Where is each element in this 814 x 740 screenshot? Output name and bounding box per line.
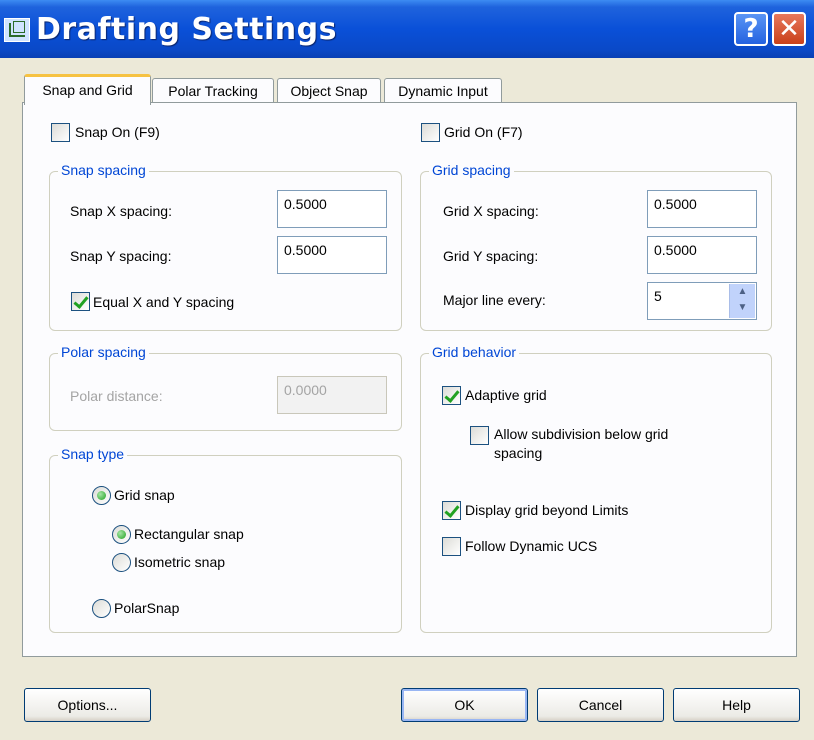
grid-on-checkbox[interactable] [421, 123, 440, 142]
grid-spacing-legend: Grid spacing [429, 162, 514, 178]
tab-dynamic-input[interactable]: Dynamic Input [384, 78, 502, 104]
grid-x-spacing-input[interactable]: 0.5000 [647, 190, 757, 228]
major-line-label: Major line every: [443, 292, 546, 308]
grid-snap-radio[interactable] [92, 486, 111, 505]
help-button[interactable]: Help [673, 688, 800, 722]
close-icon[interactable]: ✕ [772, 12, 806, 46]
equal-xy-spacing-checkbox[interactable] [71, 292, 90, 311]
grid-y-label: Grid Y spacing: [443, 248, 539, 264]
snap-spacing-group: Snap spacing Snap X spacing: 0.5000 Snap… [49, 162, 402, 331]
adaptive-grid-label: Adaptive grid [465, 387, 547, 403]
spin-up-icon[interactable]: ▲ [730, 284, 755, 300]
polar-spacing-legend: Polar spacing [58, 344, 149, 360]
help-question-icon[interactable]: ? [734, 12, 768, 46]
allow-subdivision-label-line2: spacing [494, 445, 543, 461]
cancel-button[interactable]: Cancel [537, 688, 664, 722]
grid-y-spacing-input[interactable]: 0.5000 [647, 236, 757, 274]
display-beyond-limits-label: Display grid beyond Limits [465, 502, 629, 518]
snap-y-label: Snap Y spacing: [70, 248, 172, 264]
major-line-spinner[interactable]: ▲ ▼ [729, 284, 755, 318]
rectangular-snap-label: Rectangular snap [134, 526, 244, 542]
display-beyond-limits-checkbox[interactable] [442, 501, 461, 520]
polar-spacing-group: Polar spacing Polar distance: 0.0000 [49, 344, 402, 431]
spin-down-icon[interactable]: ▼ [730, 300, 755, 316]
polarsnap-label: PolarSnap [114, 600, 180, 616]
drafting-settings-app-icon [4, 18, 30, 42]
isometric-snap-radio[interactable] [112, 553, 131, 572]
snap-spacing-legend: Snap spacing [58, 162, 149, 178]
ok-button[interactable]: OK [401, 688, 528, 722]
grid-behavior-legend: Grid behavior [429, 344, 520, 360]
allow-subdivision-label-line1: Allow subdivision below grid [494, 426, 669, 442]
grid-behavior-group: Grid behavior Adaptive grid Allow subdiv… [420, 344, 772, 633]
rectangular-snap-radio[interactable] [112, 525, 131, 544]
isometric-snap-label: Isometric snap [134, 554, 226, 570]
grid-spacing-group: Grid spacing Grid X spacing: 0.5000 Grid… [420, 162, 772, 331]
grid-x-label: Grid X spacing: [443, 203, 539, 219]
major-line-value: 5 [654, 288, 662, 304]
snap-on-label: Snap On (F9) [75, 124, 160, 140]
major-line-every-input[interactable]: 5 ▲ ▼ [647, 282, 757, 320]
equal-xy-spacing-label: Equal X and Y spacing [93, 294, 235, 310]
adaptive-grid-checkbox[interactable] [442, 386, 461, 405]
polarsnap-radio[interactable] [92, 599, 111, 618]
window-title: Drafting Settings [36, 12, 337, 47]
follow-dynamic-ucs-checkbox[interactable] [442, 537, 461, 556]
tab-object-snap[interactable]: Object Snap [277, 78, 381, 104]
options-button[interactable]: Options... [24, 688, 151, 722]
snap-x-spacing-input[interactable]: 0.5000 [277, 190, 387, 228]
tab-snap-and-grid[interactable]: Snap and Grid [24, 74, 151, 105]
tab-polar-tracking[interactable]: Polar Tracking [152, 78, 274, 104]
allow-subdivision-checkbox[interactable] [470, 426, 489, 445]
snap-x-label: Snap X spacing: [70, 203, 172, 219]
polar-distance-input: 0.0000 [277, 376, 387, 414]
snap-type-legend: Snap type [58, 446, 128, 462]
snap-type-group: Snap type Grid snap Rectangular snap Iso… [49, 446, 402, 633]
snap-on-checkbox[interactable] [51, 123, 70, 142]
snap-y-spacing-input[interactable]: 0.5000 [277, 236, 387, 274]
follow-dynamic-ucs-label: Follow Dynamic UCS [465, 538, 598, 554]
grid-on-label: Grid On (F7) [444, 124, 523, 140]
polar-distance-label: Polar distance: [70, 388, 163, 404]
snap-and-grid-panel: Snap On (F9) Snap spacing Snap X spacing… [22, 102, 797, 657]
grid-snap-label: Grid snap [114, 487, 175, 503]
title-bar: Drafting Settings ? ✕ [0, 0, 814, 58]
